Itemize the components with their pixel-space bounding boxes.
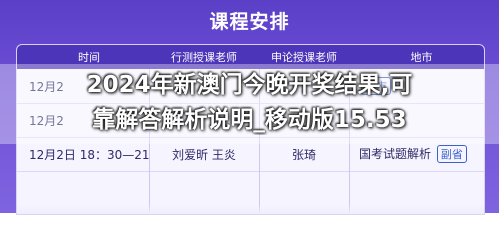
page-title: 课程安排 — [209, 10, 290, 33]
row-tag: 副省 — [436, 145, 467, 163]
title-bar: 课程安排 — [0, 0, 499, 40]
header-teacher-a: 行测授课老师 — [171, 51, 237, 64]
row-teacher-b: 张琦 — [291, 147, 316, 162]
row-time: 12月2日 18：30—21：00 — [29, 147, 149, 162]
headline-line-2: 靠解答解析说明_移动版15.53 — [92, 107, 407, 133]
header-region: 地市 — [410, 51, 433, 64]
page-frame: 课程安排 时间 行测授课老师 申论授课老师 地市 12月2 地市 12月2 12… — [0, 0, 499, 215]
table-row — [17, 171, 484, 205]
headline-line-1: 2024年新澳门今晚开奖结果,可 — [86, 72, 413, 98]
row-topic-text: 国考试题解析 — [359, 147, 432, 161]
header-time: 时间 — [78, 51, 100, 64]
header-teacher-b: 申论授课老师 — [271, 51, 337, 64]
bottom-fade — [17, 204, 484, 214]
row-topic: 国考试题解析 副省 — [349, 145, 484, 163]
row-teacher-a: 刘爱昕 王炎 — [172, 147, 236, 162]
